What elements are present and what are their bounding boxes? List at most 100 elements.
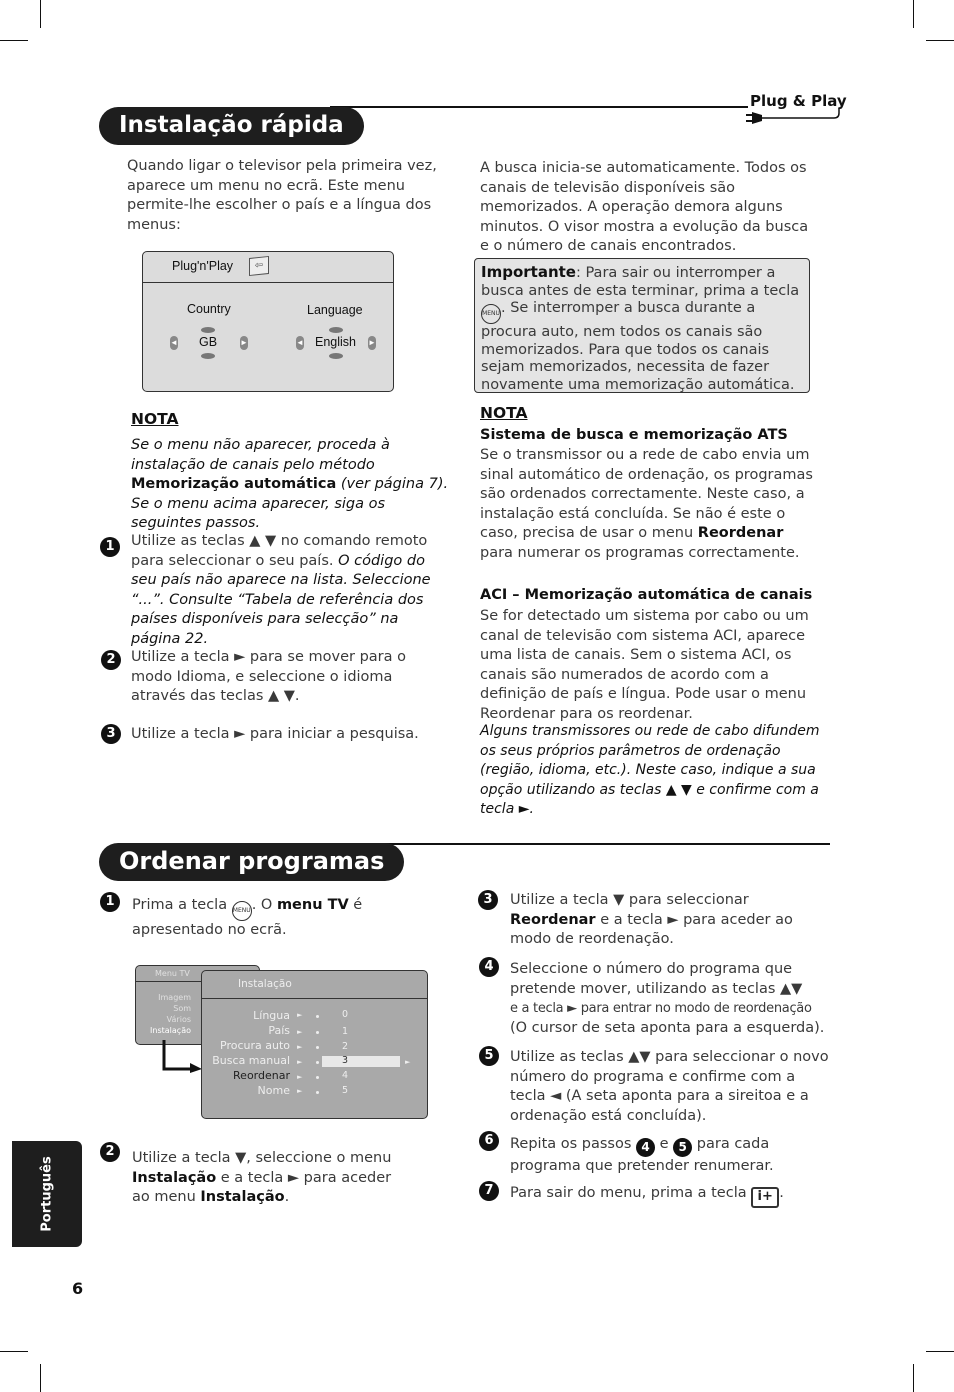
step-text: .: [779, 1185, 784, 1201]
right-arrow-icon: ►: [368, 336, 376, 350]
step-text: . O: [251, 897, 277, 913]
ats-bold: Reordenar: [697, 525, 784, 541]
installation-menu-header: [202, 971, 427, 999]
bullet: [316, 1031, 319, 1034]
tv-menu-item: Vários: [166, 1015, 191, 1024]
plugnplay-menu-screen: Plug'n'Play ⇦ Country ◄ GB ► Language ◄ …: [142, 251, 394, 392]
crop-mark: [913, 0, 914, 28]
bullet: [316, 1046, 319, 1049]
important-box: Importante: Para sair ou interromper a b…: [474, 258, 810, 393]
menu-key-icon: MENU: [481, 304, 501, 324]
menu-row-label: Procura auto: [220, 1039, 290, 1052]
right-arrow-icon: ►: [297, 1011, 303, 1019]
bullet: [316, 1015, 319, 1018]
step-6-text: Repita os passos 4 e 5 para cada program…: [510, 1135, 830, 1177]
bullet: [316, 1061, 319, 1064]
language-value: English: [315, 335, 356, 349]
important-label: Importante: [481, 263, 576, 281]
menu-row-label: Língua: [253, 1009, 290, 1022]
step-text: Repita os passos: [510, 1136, 637, 1152]
up-arrow-icon: [329, 327, 343, 333]
step-1-text: Prima a tecla MENU. O menu TV é apresent…: [132, 896, 412, 941]
right-arrow-icon: ►: [405, 1058, 411, 1066]
step-text: (O cursor de seta aponta para a esquerda…: [510, 1019, 825, 1036]
highlight-bar: [322, 1056, 400, 1067]
menu-row-label: Nome: [257, 1084, 290, 1097]
step-ref-badge: 5: [673, 1138, 693, 1157]
nota-bold: Memorização automática: [131, 476, 337, 492]
info-key-icon: i+: [751, 1187, 780, 1208]
step-text: Para sair do menu, prima a tecla: [510, 1185, 752, 1201]
right-arrow-icon: ►: [240, 336, 248, 350]
step-7-text: Para sair do menu, prima a tecla i+.: [510, 1184, 830, 1208]
step-text: Utilize a tecla ▼ para seleccionar: [510, 892, 749, 908]
menu-title: Plug'n'Play: [172, 259, 234, 273]
menu-row-label: País: [268, 1024, 290, 1037]
step-ref-badge: 4: [636, 1138, 656, 1157]
step-1-text: Utilize as teclas ▲ ▼ no comando remoto …: [131, 532, 446, 649]
step-number-7: 7: [479, 1181, 499, 1201]
step-4-text: Seleccione o número do programa que pret…: [510, 960, 835, 1038]
step-text: .: [284, 1189, 290, 1205]
step-number-6: 6: [479, 1131, 499, 1151]
down-arrow-icon: [329, 353, 343, 359]
tv-menu-title: Menu TV: [155, 969, 190, 978]
menu-row-value: 5: [342, 1085, 349, 1096]
right-arrow-icon: ►: [297, 1073, 303, 1081]
crop-mark: [40, 1364, 41, 1392]
step-bold: menu TV: [276, 897, 349, 913]
left-arrow-icon: ◄: [296, 336, 304, 350]
left-arrow-icon: ◄: [170, 336, 178, 350]
menu-key-icon: MENU: [231, 901, 252, 921]
down-arrow-icon: [201, 353, 215, 359]
search-intro-text: A busca inicia-se automaticamente. Todos…: [480, 160, 809, 254]
ats-text-part: para numerar os programas correctamente.: [480, 544, 800, 561]
menu-row-value-selected: 3: [342, 1055, 349, 1066]
menu-row-value: 1: [342, 1026, 349, 1037]
installation-menu-title: Instalação: [238, 978, 292, 990]
step-number-5: 5: [479, 1046, 499, 1066]
ats-title: Sistema de busca e memorização ATS: [480, 427, 788, 443]
step-number-2: 2: [100, 1142, 120, 1162]
plug-icon: [746, 108, 840, 124]
page-number: 6: [72, 1279, 84, 1298]
bullet: [316, 1076, 319, 1079]
menu-row-label: Reordenar: [233, 1069, 290, 1082]
aci-title: ACI – Memorização automática de canais: [480, 587, 813, 603]
step-number-4: 4: [479, 957, 499, 977]
step-number-2: 2: [101, 650, 121, 670]
right-arrow-icon: ►: [297, 1043, 303, 1051]
step-5-text: Utilize as teclas ▲▼ para seleccionar o …: [510, 1049, 829, 1124]
section-title-ordenar: Ordenar programas: [99, 843, 405, 881]
step-bold: Instalação: [132, 1169, 217, 1186]
step-bold: Instalação: [200, 1189, 285, 1205]
aci-text: Se for detectado um sistema por cabo ou …: [480, 608, 809, 722]
step-text: Utilize a tecla ▼, seleccione o menu: [132, 1150, 392, 1166]
crop-mark: [0, 1351, 28, 1352]
tv-menu-item-selected: Instalação: [150, 1026, 191, 1035]
step-number-1: 1: [100, 892, 120, 912]
crop-mark: [926, 1351, 954, 1352]
menu-header: Plug'n'Play ⇦: [143, 252, 393, 283]
menu-row-value: 0: [342, 1009, 349, 1020]
step-text-small: e a tecla ► para entrar no modo de reord…: [510, 1001, 812, 1016]
plugnplay-icon: ⇦: [249, 255, 269, 277]
step-3-text: Utilize a tecla ▼ para seleccionar Reord…: [510, 891, 835, 950]
step-text: e: [655, 1136, 674, 1152]
intro-text: Quando ligar o televisor pela primeira v…: [127, 158, 437, 233]
step-bold: Reordenar: [510, 911, 596, 928]
menu-row-value: 2: [342, 1041, 349, 1052]
section-rule: [330, 106, 748, 108]
step-2-text: Utilize a tecla ► para se mover para o m…: [131, 649, 406, 704]
nota-text-part: Se o menu não aparecer, proceda à instal…: [131, 437, 390, 473]
step-text: Prima a tecla: [132, 897, 232, 913]
language-tab-label: Português: [39, 1156, 55, 1232]
country-value: GB: [199, 335, 218, 349]
menu-row-label: Busca manual: [212, 1054, 290, 1067]
step-number-3: 3: [101, 724, 121, 744]
ats-text: Se o transmissor ou a rede de cabo envia…: [480, 446, 815, 563]
step-3-text: Utilize a tecla ► para iniciar a pesquis…: [131, 726, 419, 742]
crop-mark: [40, 0, 41, 28]
up-arrow-icon: [201, 327, 215, 333]
right-arrow-icon: ►: [297, 1087, 303, 1095]
